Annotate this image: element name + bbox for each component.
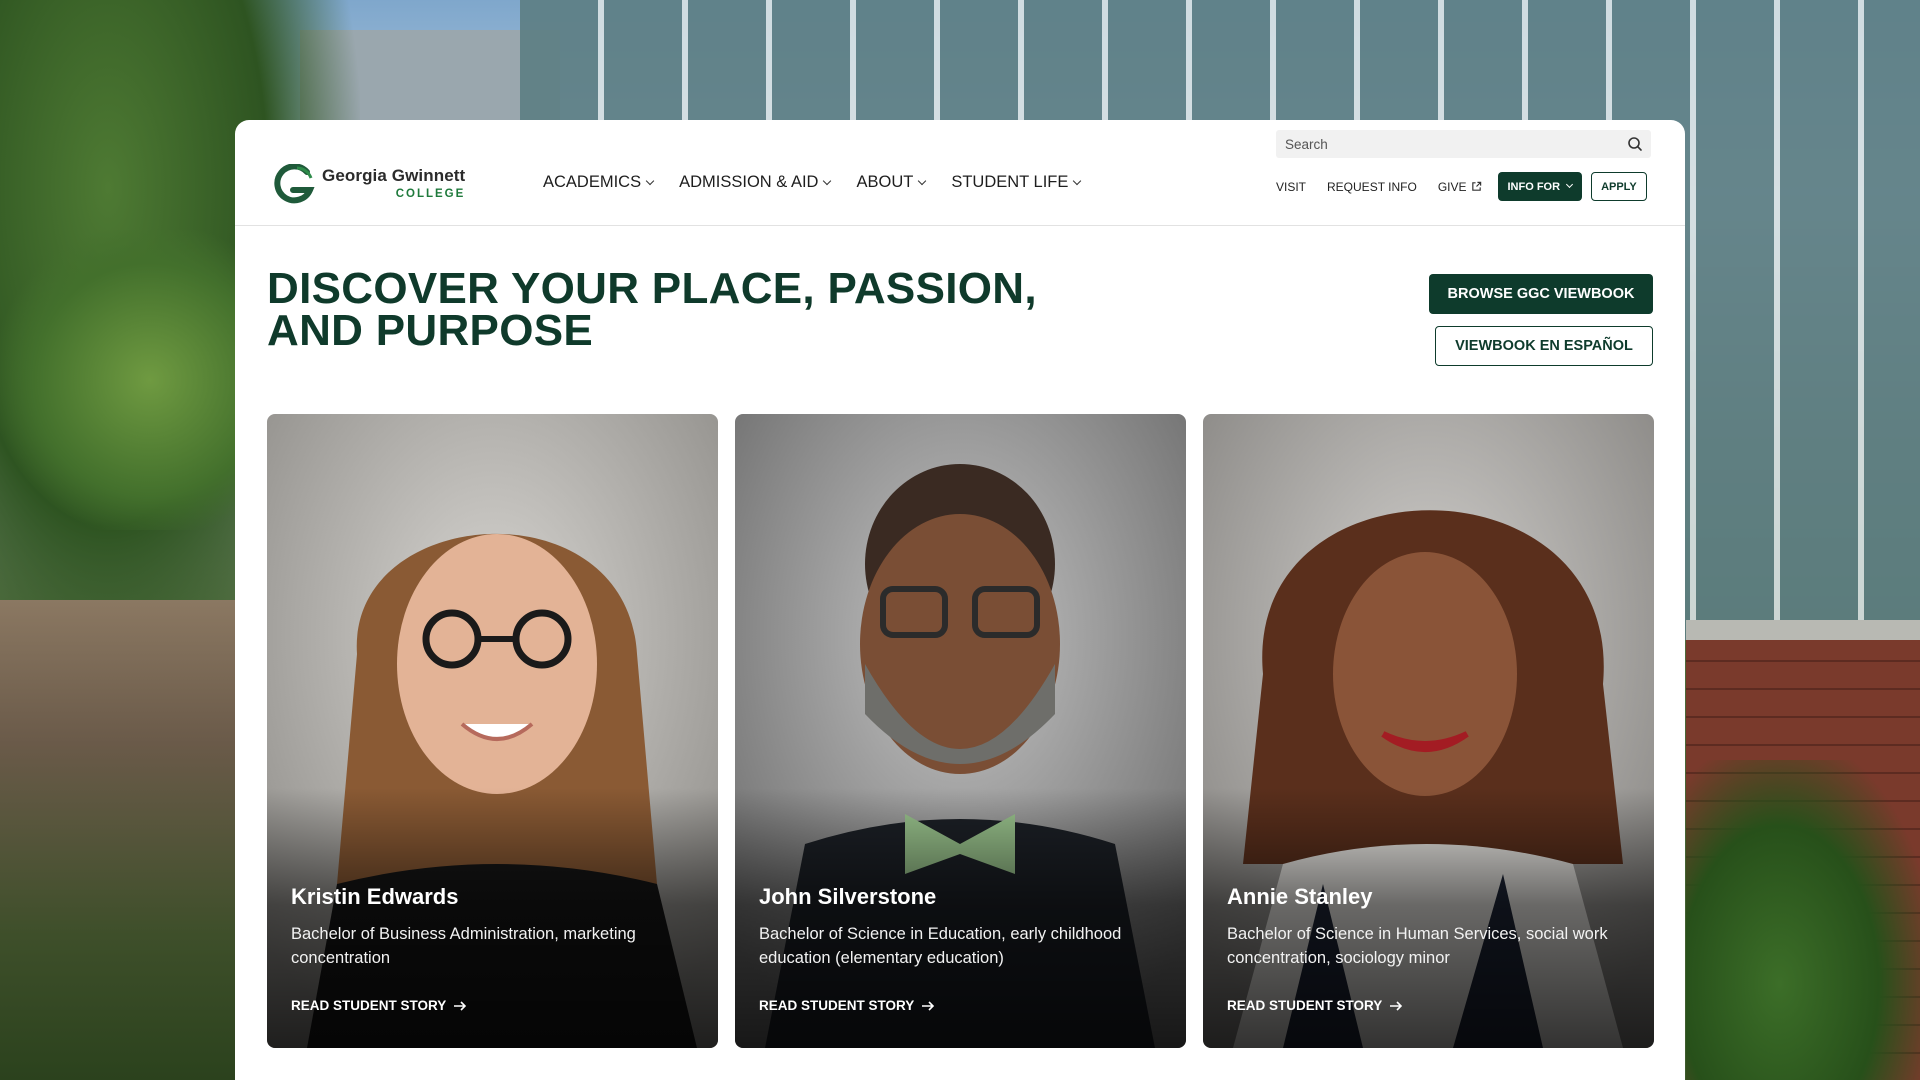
main-nav: ACADEMICS ADMISSION & AID ABOUT STUDENT … (543, 173, 1106, 192)
chevron-down-icon (1566, 180, 1574, 189)
chevron-down-icon (823, 176, 832, 185)
search-box (1276, 130, 1651, 158)
student-degree: Bachelor of Science in Education, early … (759, 925, 1122, 967)
read-story-label: READ STUDENT STORY (291, 998, 447, 1013)
visit-link[interactable]: VISIT (1276, 180, 1306, 194)
site-header: Georgia Gwinnett COLLEGE ACADEMICS ADMIS… (235, 120, 1685, 226)
student-name: Kristin Edwards (291, 884, 459, 909)
read-story-label: READ STUDENT STORY (759, 998, 915, 1013)
viewbook-espanol-button[interactable]: VIEWBOOK EN ESPAÑOL (1435, 326, 1653, 366)
nav-admission-aid[interactable]: ADMISSION & AID (679, 173, 832, 192)
student-degree: Bachelor of Business Administration, mar… (291, 925, 636, 967)
student-name: Annie Stanley (1227, 884, 1373, 909)
page-title-line2: AND PURPOSE (267, 306, 594, 355)
student-story-card-john[interactable]: John Silverstone Bachelor of Science in … (735, 414, 1186, 1048)
info-for-button[interactable]: INFO FOR (1497, 172, 1583, 201)
arrow-right-icon (1390, 1000, 1403, 1011)
page-title: DISCOVER YOUR PLACE, PASSION, AND PURPOS… (267, 267, 1127, 355)
external-link-icon (1471, 181, 1481, 191)
student-degree: Bachelor of Science in Human Services, s… (1227, 925, 1608, 967)
site-logo[interactable]: Georgia Gwinnett COLLEGE (267, 162, 465, 206)
nav-student-life-label: STUDENT LIFE (951, 173, 1069, 191)
search-input[interactable] (1276, 130, 1616, 158)
read-story-link[interactable]: READ STUDENT STORY (759, 998, 935, 1013)
chevron-down-icon (645, 176, 655, 185)
student-story-card-kristin[interactable]: Kristin Edwards Bachelor of Business Adm… (267, 414, 718, 1048)
read-story-link[interactable]: READ STUDENT STORY (291, 998, 467, 1013)
give-link[interactable]: GIVE (1438, 180, 1482, 194)
read-story-label: READ STUDENT STORY (1227, 998, 1383, 1013)
ggc-logo-icon (274, 164, 315, 204)
browse-viewbook-button[interactable]: BROWSE GGC VIEWBOOK (1429, 274, 1653, 314)
utility-nav: VISIT REQUEST INFO GIVE INFO FOR APPLY (1276, 172, 1647, 201)
chevron-down-icon (1073, 176, 1082, 185)
logo-college: COLLEGE (395, 188, 466, 201)
request-info-link[interactable]: REQUEST INFO (1327, 180, 1417, 194)
chevron-down-icon (918, 176, 927, 185)
arrow-right-icon (922, 1000, 935, 1011)
search-icon[interactable] (1627, 136, 1643, 152)
nav-academics[interactable]: ACADEMICS (543, 173, 655, 192)
read-story-link[interactable]: READ STUDENT STORY (1227, 998, 1403, 1013)
logo-name: Georgia Gwinnett (322, 166, 466, 186)
nav-admission-aid-label: ADMISSION & AID (679, 173, 819, 191)
arrow-right-icon (454, 1000, 467, 1011)
student-name: John Silverstone (759, 884, 937, 909)
info-for-label: INFO FOR (1507, 180, 1561, 193)
nav-student-life[interactable]: STUDENT LIFE (951, 173, 1082, 192)
apply-button[interactable]: APPLY (1591, 172, 1647, 201)
page-card: Georgia Gwinnett COLLEGE ACADEMICS ADMIS… (235, 120, 1685, 1080)
nav-about-label: ABOUT (856, 173, 914, 191)
nav-about[interactable]: ABOUT (856, 173, 927, 192)
give-label: GIVE (1437, 179, 1467, 194)
student-story-card-annie[interactable]: Annie Stanley Bachelor of Science in Hum… (1203, 414, 1654, 1048)
nav-academics-label: ACADEMICS (543, 173, 642, 191)
